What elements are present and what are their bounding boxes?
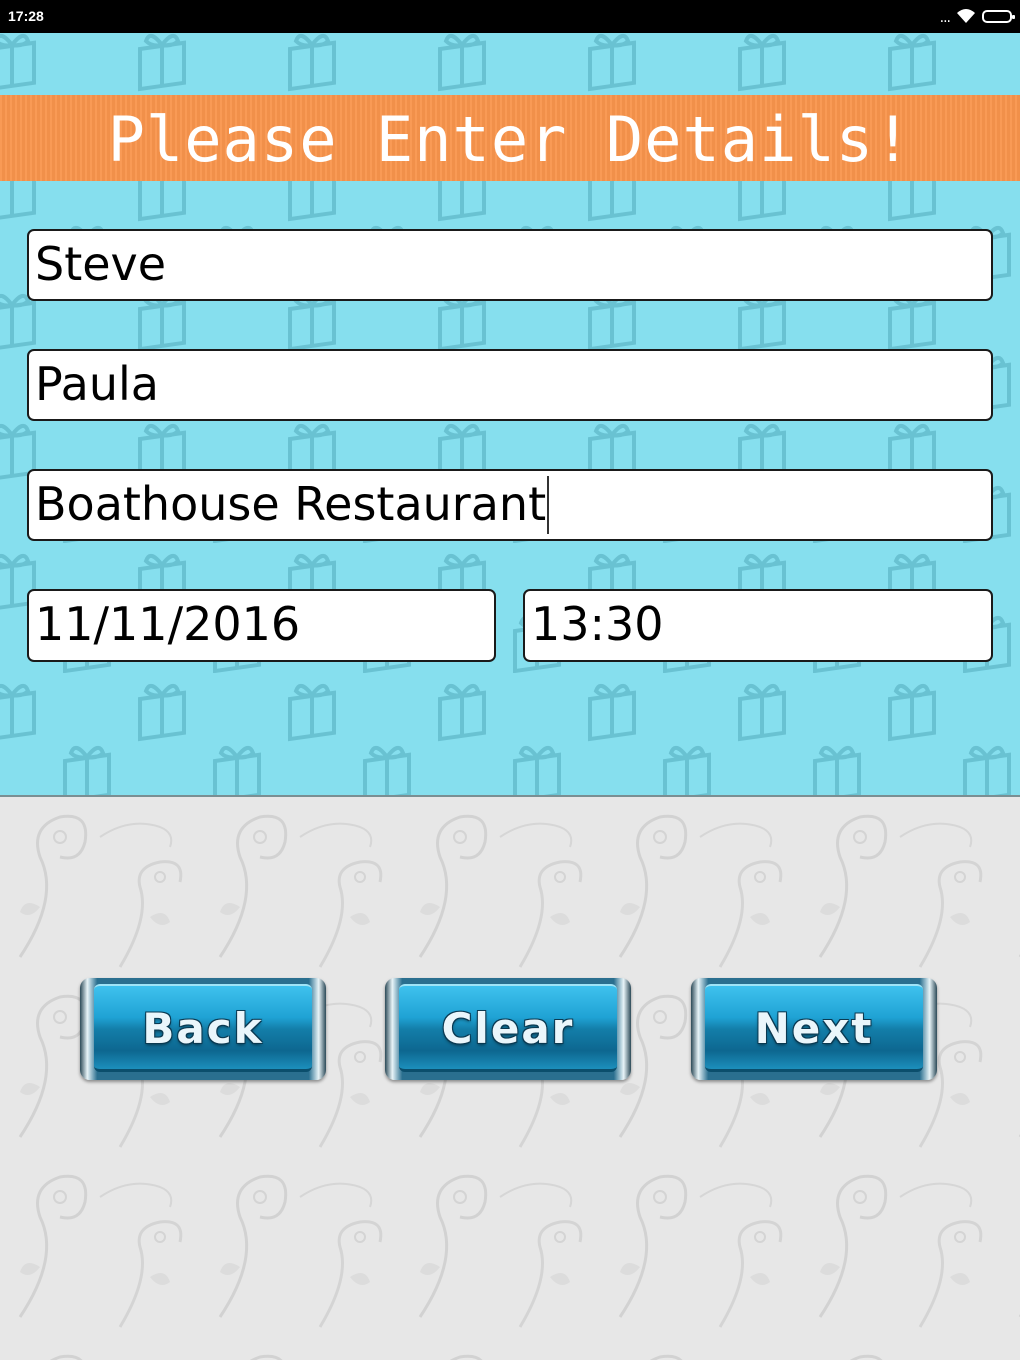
status-bar: 17:28 ...: [0, 0, 1020, 33]
date-field[interactable]: 11/11/2016: [27, 589, 496, 662]
venue-field[interactable]: Boathouse Restaurant: [27, 469, 993, 541]
status-icons: ...: [939, 6, 1015, 26]
venue-value: Boathouse Restaurant: [35, 477, 547, 531]
next-button-label: Next: [754, 1004, 874, 1053]
time-field[interactable]: 13:30: [523, 589, 993, 662]
time-value: 13:30: [531, 597, 664, 651]
text-cursor: [547, 475, 550, 534]
header-banner: Please Enter Details!: [0, 95, 1020, 181]
first-name-value: Steve: [35, 237, 167, 291]
next-button[interactable]: Next: [691, 978, 937, 1080]
wifi-icon: [957, 9, 975, 23]
status-time: 17:28: [8, 8, 44, 24]
second-name-field[interactable]: Paula: [27, 349, 993, 421]
overflow-dots-icon: ...: [939, 10, 951, 26]
back-button-label: Back: [142, 1004, 264, 1053]
second-name-value: Paula: [35, 357, 159, 411]
page-title: Please Enter Details!: [107, 103, 913, 176]
clear-button-label: Clear: [441, 1004, 575, 1053]
date-value: 11/11/2016: [35, 597, 301, 651]
first-name-field[interactable]: Steve: [27, 229, 993, 301]
back-button[interactable]: Back: [80, 978, 326, 1080]
battery-icon: [982, 9, 1015, 23]
clear-button[interactable]: Clear: [385, 978, 631, 1080]
